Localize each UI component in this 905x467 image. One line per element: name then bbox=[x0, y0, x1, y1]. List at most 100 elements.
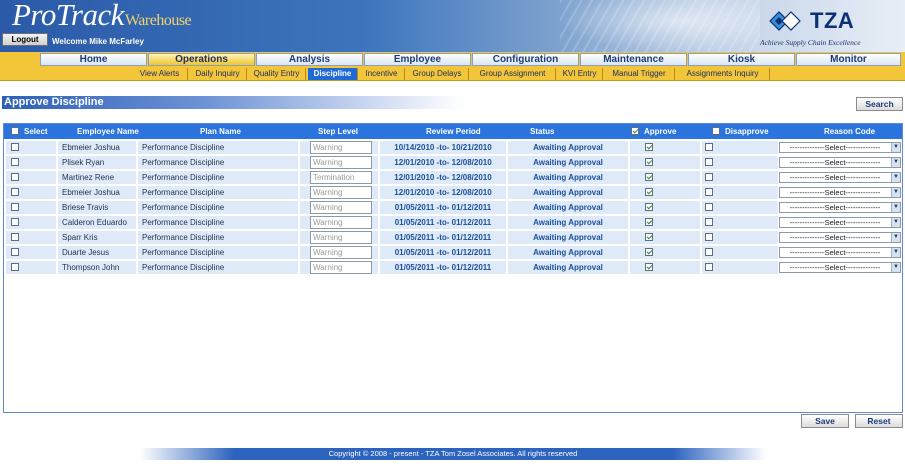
row-select-checkbox[interactable] bbox=[11, 233, 19, 241]
employee-name-cell: Duarte Jesus bbox=[58, 246, 136, 259]
row-select-checkbox[interactable] bbox=[11, 218, 19, 226]
row-select-checkbox[interactable] bbox=[11, 188, 19, 196]
step-level-field: Warning bbox=[310, 231, 372, 244]
approve-cell bbox=[630, 216, 700, 229]
chevron-down-icon: ▼ bbox=[891, 173, 900, 182]
employee-name-cell: Ebmeier Joshua bbox=[58, 141, 136, 154]
row-select-checkbox[interactable] bbox=[11, 143, 19, 151]
disapprove-checkbox[interactable] bbox=[705, 263, 713, 271]
tza-wordmark: TZA bbox=[810, 8, 855, 33]
reason-code-value: --------------Select-------------- bbox=[789, 158, 881, 167]
step-level-field: Warning bbox=[310, 261, 372, 274]
tza-tagline: Achieve Supply Chain Excellence bbox=[760, 38, 861, 47]
reason-code-select[interactable]: --------------Select-------------- ▼ bbox=[779, 247, 901, 258]
plan-name-cell: Performance Discipline bbox=[138, 216, 298, 229]
approve-checkbox[interactable] bbox=[645, 263, 653, 271]
subnav-manual-trigger[interactable]: Manual Trigger bbox=[604, 68, 675, 80]
tab-configuration[interactable]: Configuration bbox=[472, 53, 579, 66]
disapprove-checkbox[interactable] bbox=[705, 218, 713, 226]
tab-analysis[interactable]: Analysis bbox=[256, 53, 363, 66]
approve-checkbox[interactable] bbox=[645, 173, 653, 181]
step-level-field: Termination bbox=[310, 171, 372, 184]
row-select-checkbox[interactable] bbox=[11, 203, 19, 211]
header-disapprove: Disapprove bbox=[725, 127, 769, 136]
select-all-checkbox[interactable] bbox=[11, 127, 19, 135]
table-row: Martinez Rene Performance Discipline Termi… bbox=[4, 170, 902, 185]
disapprove-cell bbox=[702, 186, 778, 199]
reason-code-select[interactable]: --------------Select-------------- ▼ bbox=[779, 157, 901, 168]
reset-button[interactable]: Reset bbox=[855, 414, 903, 428]
chevron-down-icon: ▼ bbox=[891, 188, 900, 197]
subnav-discipline[interactable]: Discipline bbox=[308, 68, 358, 80]
employee-name-cell: Sparr Kris bbox=[58, 231, 136, 244]
disapprove-checkbox[interactable] bbox=[705, 173, 713, 181]
approve-checkbox[interactable] bbox=[645, 158, 653, 166]
reason-code-select[interactable]: --------------Select-------------- ▼ bbox=[779, 187, 901, 198]
approve-checkbox[interactable] bbox=[645, 218, 653, 226]
tab-home[interactable]: Home bbox=[40, 53, 147, 66]
subnav-incentive[interactable]: Incentive bbox=[359, 68, 405, 80]
app-header: ProTrackWarehouse Logout Welcome Mike Mc… bbox=[0, 0, 905, 52]
approve-cell bbox=[630, 201, 700, 214]
tab-operations[interactable]: Operations bbox=[148, 53, 255, 66]
reason-code-select[interactable]: --------------Select-------------- ▼ bbox=[779, 172, 901, 183]
tab-kiosk[interactable]: Kiosk bbox=[688, 53, 795, 66]
approve-all-checkbox[interactable] bbox=[631, 127, 639, 135]
approve-checkbox[interactable] bbox=[645, 143, 653, 151]
employee-name-cell: Thompson John bbox=[58, 261, 136, 274]
review-period-cell: 01/05/2011 -to- 01/12/2011 bbox=[380, 231, 506, 244]
tab-monitor[interactable]: Monitor bbox=[796, 53, 901, 66]
subnav-group-delays[interactable]: Group Delays bbox=[406, 68, 469, 80]
chevron-down-icon: ▼ bbox=[891, 143, 900, 152]
approve-cell bbox=[630, 156, 700, 169]
disapprove-checkbox[interactable] bbox=[705, 248, 713, 256]
approve-checkbox[interactable] bbox=[645, 233, 653, 241]
header-plan-name: Plan Name bbox=[200, 127, 241, 136]
approve-checkbox[interactable] bbox=[645, 248, 653, 256]
reason-code-select[interactable]: --------------Select-------------- ▼ bbox=[779, 202, 901, 213]
row-select-checkbox[interactable] bbox=[11, 158, 19, 166]
reason-code-select[interactable]: --------------Select-------------- ▼ bbox=[779, 142, 901, 153]
reason-code-value: --------------Select-------------- bbox=[789, 143, 881, 152]
tab-employee[interactable]: Employee bbox=[364, 53, 471, 66]
disapprove-checkbox[interactable] bbox=[705, 203, 713, 211]
subnav-quality-entry[interactable]: Quality Entry bbox=[248, 68, 306, 80]
logout-button[interactable]: Logout bbox=[2, 33, 48, 46]
status-cell: Awaiting Approval bbox=[508, 231, 628, 244]
plan-name-cell: Performance Discipline bbox=[138, 246, 298, 259]
chevron-down-icon: ▼ bbox=[891, 263, 900, 272]
disapprove-checkbox[interactable] bbox=[705, 233, 713, 241]
header-review-period: Review Period bbox=[426, 127, 481, 136]
save-button[interactable]: Save bbox=[801, 414, 849, 428]
reason-code-select[interactable]: --------------Select-------------- ▼ bbox=[779, 262, 901, 273]
approve-cell bbox=[630, 246, 700, 259]
reason-code-select[interactable]: --------------Select-------------- ▼ bbox=[779, 217, 901, 228]
disapprove-all-checkbox[interactable] bbox=[712, 127, 720, 135]
subnav-view-alerts[interactable]: View Alerts bbox=[132, 68, 188, 80]
disapprove-cell bbox=[702, 201, 778, 214]
main-nav: Home Operations Analysis Employee Config… bbox=[0, 52, 905, 67]
subnav-kvi-entry[interactable]: KVI Entry bbox=[557, 68, 603, 80]
approve-checkbox[interactable] bbox=[645, 188, 653, 196]
disapprove-checkbox[interactable] bbox=[705, 188, 713, 196]
row-select-checkbox[interactable] bbox=[11, 263, 19, 271]
chevron-down-icon: ▼ bbox=[891, 248, 900, 257]
subnav-assignments-inquiry[interactable]: Assignments Inquiry bbox=[676, 68, 770, 80]
row-select-checkbox[interactable] bbox=[11, 248, 19, 256]
reason-code-select[interactable]: --------------Select-------------- ▼ bbox=[779, 232, 901, 243]
subnav-daily-inquiry[interactable]: Daily Inquiry bbox=[189, 68, 247, 80]
welcome-text: Welcome Mike McFarley bbox=[52, 37, 144, 46]
logo-sub-text: Warehouse bbox=[124, 12, 192, 29]
employee-name-cell: Martinez Rene bbox=[58, 171, 136, 184]
step-level-field: Warning bbox=[310, 156, 372, 169]
subnav-group-assignment[interactable]: Group Assignment bbox=[470, 68, 556, 80]
reason-code-value: --------------Select-------------- bbox=[789, 218, 881, 227]
tab-maintenance[interactable]: Maintenance bbox=[580, 53, 687, 66]
status-cell: Awaiting Approval bbox=[508, 216, 628, 229]
disapprove-checkbox[interactable] bbox=[705, 158, 713, 166]
approve-checkbox[interactable] bbox=[645, 203, 653, 211]
disapprove-checkbox[interactable] bbox=[705, 143, 713, 151]
header-status: Status bbox=[530, 127, 555, 136]
search-button[interactable]: Search bbox=[856, 97, 903, 111]
row-select-checkbox[interactable] bbox=[11, 173, 19, 181]
